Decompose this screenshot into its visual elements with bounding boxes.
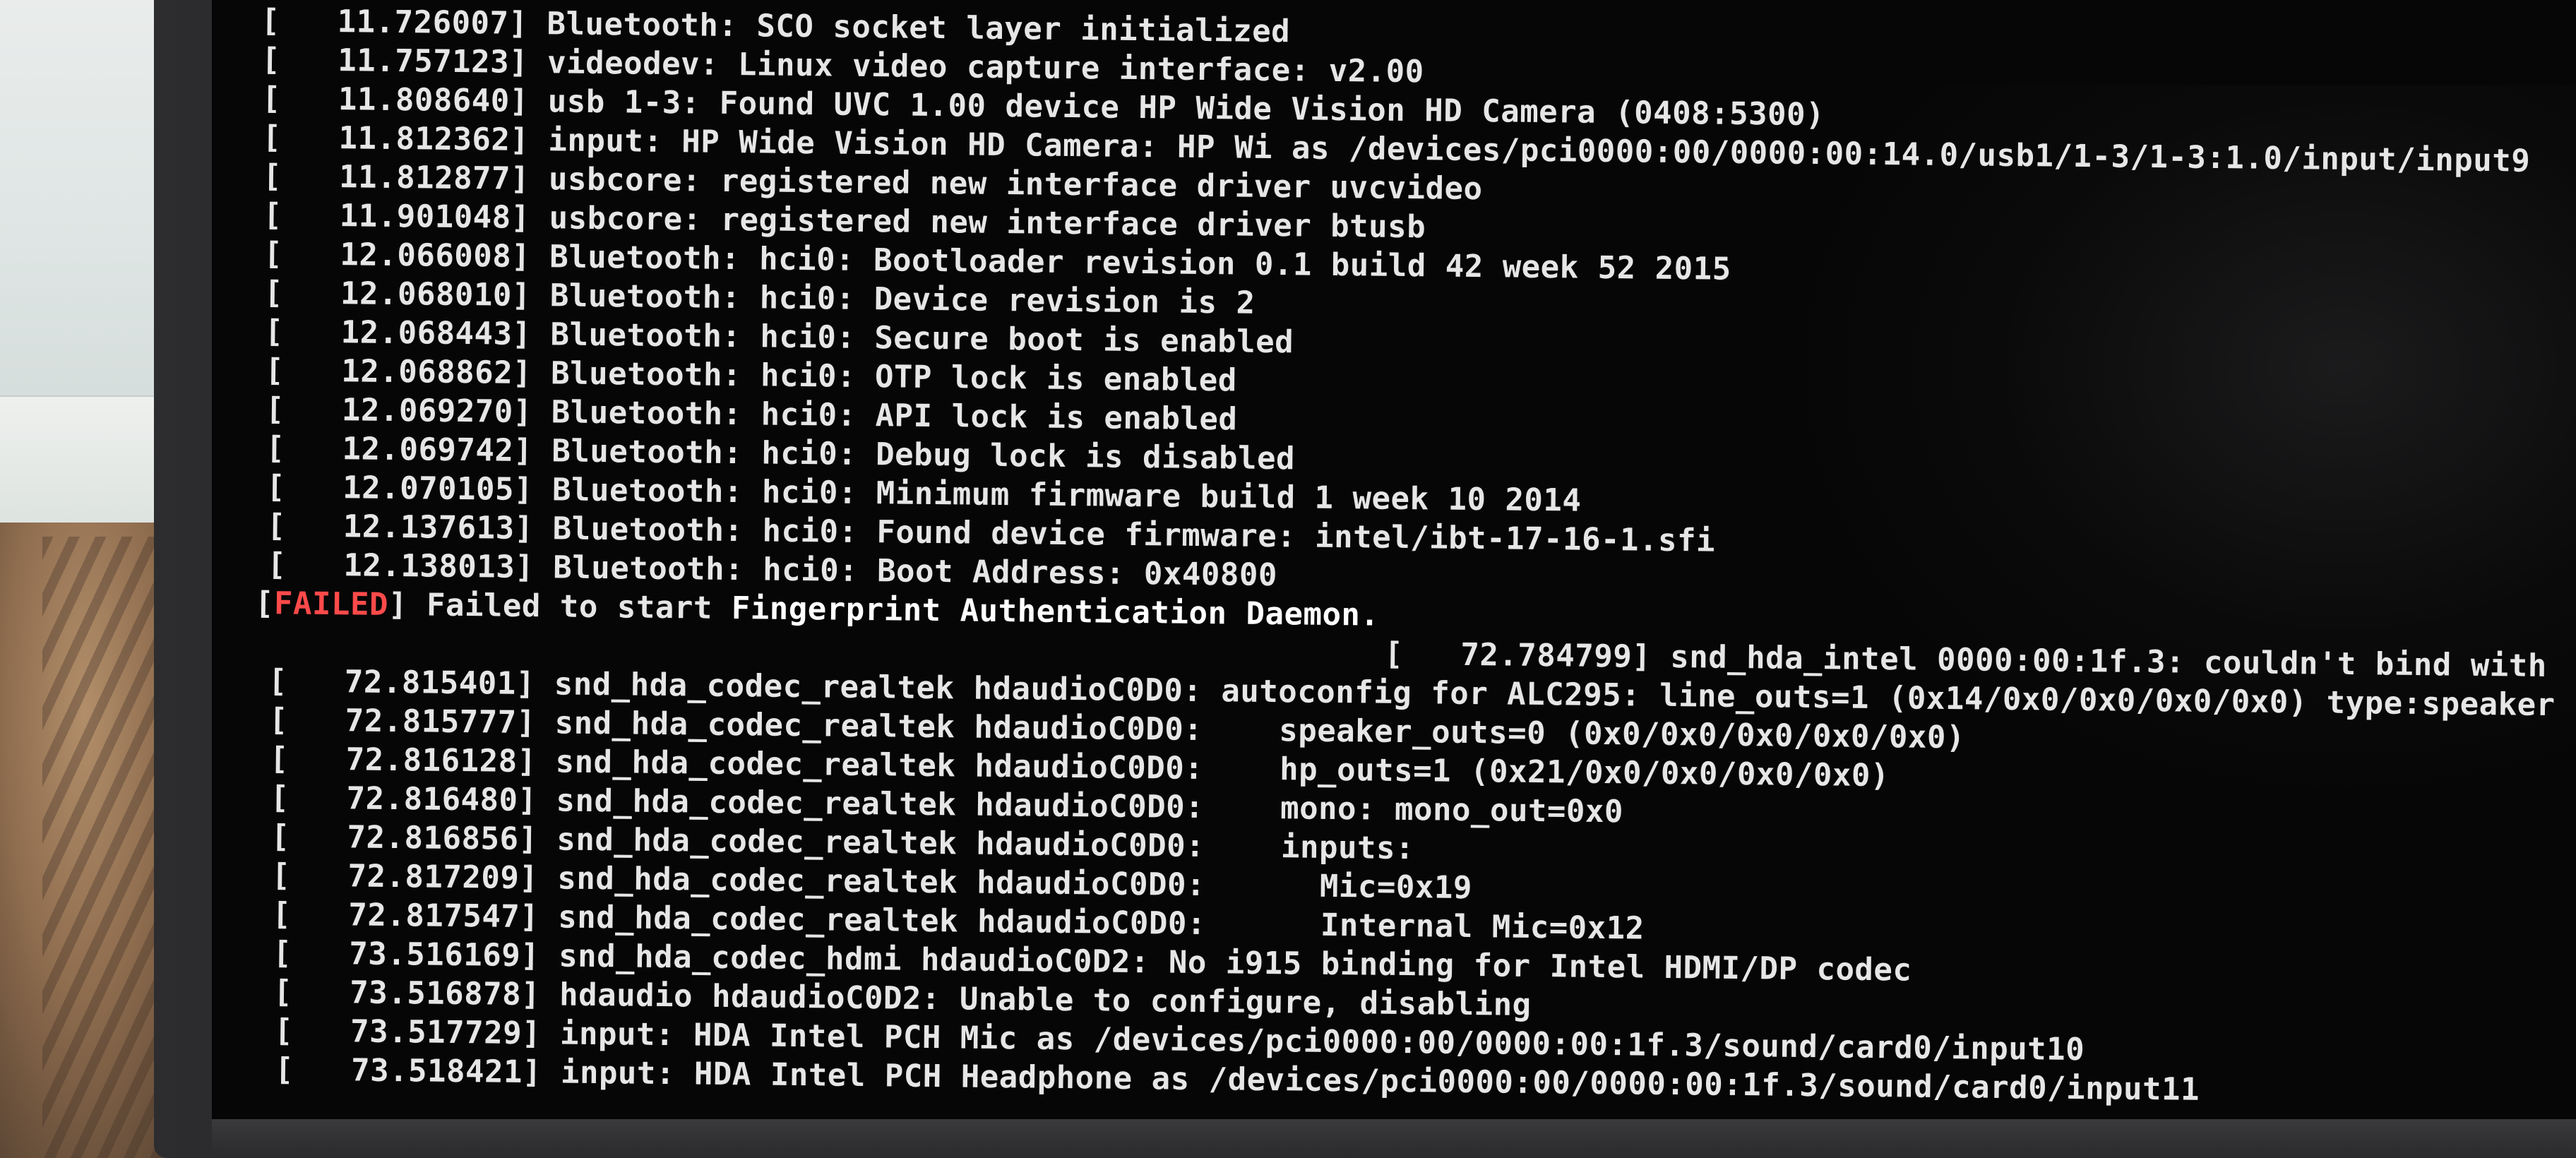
log-timestamp: [ 12.137613]	[266, 508, 553, 547]
log-message: Bluetooth: hci0: Debug lock is disabled	[551, 433, 1296, 477]
log-timestamp: [ 72.784799]	[1384, 635, 1671, 675]
log-timestamp: [ 72.816128]	[269, 741, 556, 780]
log-timestamp: [ 72.817547]	[272, 896, 559, 936]
log-timestamp: [ 12.069742]	[266, 430, 552, 470]
log-message: Bluetooth: hci0: Device revision is 2	[549, 277, 1256, 321]
log-message: Bluetooth: hci0: API lock is enabled	[551, 394, 1238, 438]
log-timestamp: [ 11.812877]	[262, 158, 549, 198]
log-timestamp: [ 72.815777]	[268, 702, 555, 741]
log-timestamp: [ 72.816480]	[270, 780, 556, 819]
log-timestamp: [ 12.066008]	[263, 236, 550, 275]
log-timestamp: [ 11.757123]	[261, 42, 548, 81]
laptop-bottom-bezel	[212, 1119, 2576, 1158]
log-timestamp: [ 12.068010]	[263, 275, 551, 314]
log-timestamp: [ 73.518421]	[274, 1051, 561, 1091]
log-timestamp: [ 11.808640]	[261, 80, 549, 120]
log-timestamp: [ 73.516169]	[273, 935, 559, 974]
log-timestamp: [ 11.901048]	[263, 197, 549, 237]
failed-bracket-open: [	[254, 585, 275, 622]
log-timestamp: [ 12.069270]	[265, 391, 552, 431]
log-timestamp: [ 12.068443]	[264, 314, 551, 353]
photo-scene: [ 11.726007] Bluetooth: SCO socket layer…	[0, 0, 2576, 1158]
log-timestamp: [ 11.812362]	[262, 119, 549, 159]
log-timestamp: [ 72.815401]	[268, 663, 555, 703]
log-timestamp: [ 11.726007]	[261, 2, 547, 42]
log-message: Bluetooth: SCO socket layer initialized	[547, 6, 1291, 50]
background-fabric-pattern	[42, 537, 169, 1158]
failed-status-tag: FAILED	[273, 585, 389, 623]
log-timestamp: [ 12.068862]	[265, 352, 551, 392]
log-timestamp: [ 73.517729]	[273, 1013, 561, 1052]
kernel-log-block-bluetooth: [ 11.726007] Bluetooth: SCO socket layer…	[255, 1, 2576, 609]
log-timestamp: [ 12.070105]	[266, 469, 553, 508]
log-timestamp: [ 73.516878]	[273, 974, 560, 1013]
failed-bracket-close: ]	[388, 586, 427, 623]
log-timestamp: [ 72.816856]	[270, 818, 557, 858]
kernel-log-console: [ 11.726007] Bluetooth: SCO socket layer…	[250, 1, 2576, 1113]
log-message: Bluetooth: hci0: Secure boot is enabled	[550, 316, 1294, 361]
log-message: Bluetooth: hci0: OTP lock is enabled	[550, 355, 1238, 399]
log-timestamp: [ 12.138013]	[267, 547, 554, 586]
failed-service-name: Fingerprint Authentication Daemon.	[731, 590, 1380, 633]
log-timestamp: [ 72.817209]	[271, 857, 558, 897]
kernel-log-block-audio: [ 72.815401] snd_hda_codec_realtek hdaud…	[250, 662, 2576, 1114]
log-message: Bluetooth: hci0: Boot Address: 0x40800	[553, 549, 1278, 594]
failed-message-prefix: Failed to start	[426, 587, 732, 627]
